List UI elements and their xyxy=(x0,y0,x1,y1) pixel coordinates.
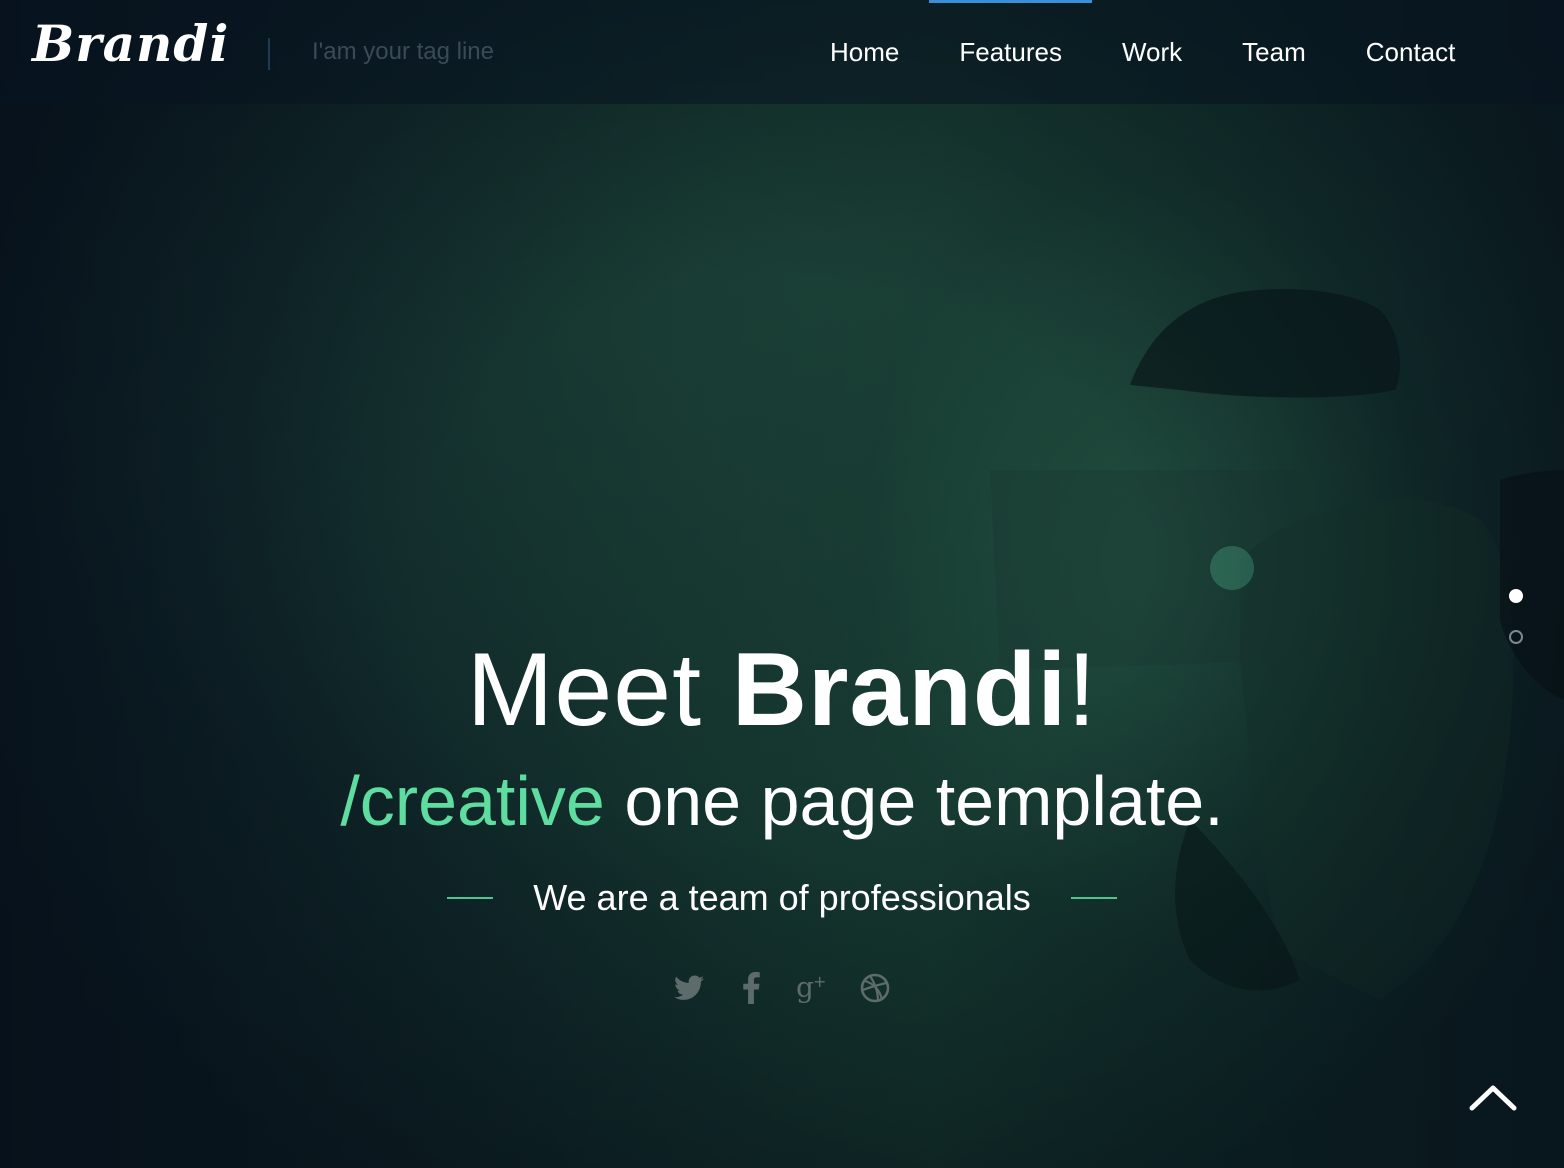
logo-divider xyxy=(268,38,270,70)
nav-item-features[interactable]: Features xyxy=(929,0,1092,104)
facebook-icon[interactable] xyxy=(733,970,769,1006)
google-plus-icon[interactable]: g + xyxy=(795,970,831,1006)
team-tagline: We are a team of professionals xyxy=(533,877,1031,918)
hero-headline: Meet Brandi! xyxy=(0,630,1564,750)
headline-suffix: ! xyxy=(1067,632,1098,748)
twitter-icon[interactable] xyxy=(671,970,707,1006)
divider-line-left xyxy=(447,897,494,899)
subline-accent: /creative xyxy=(340,762,605,840)
tagline: I'am your tag line xyxy=(312,38,495,65)
social-links: g + xyxy=(0,964,1564,1012)
main-nav: Home Features Work Team Contact xyxy=(800,0,1485,104)
slider-dot-active[interactable] xyxy=(1509,589,1523,603)
dribbble-icon[interactable] xyxy=(857,970,893,1006)
svg-text:+: + xyxy=(813,973,826,991)
brand-logo[interactable]: Brandi xyxy=(32,14,229,73)
nav-item-home[interactable]: Home xyxy=(800,0,929,104)
hero-subline: /creative one page template. xyxy=(0,758,1564,844)
chevron-up-icon xyxy=(1469,1085,1517,1111)
team-tagline-row: We are a team of professionals xyxy=(0,876,1564,920)
nav-item-team[interactable]: Team xyxy=(1212,0,1336,104)
back-to-top-button[interactable] xyxy=(1466,1078,1520,1118)
subline-rest: one page template. xyxy=(604,762,1224,840)
headline-brand: Brandi xyxy=(731,632,1068,748)
headline-prefix: Meet xyxy=(466,632,732,748)
site-header: Brandi I'am your tag line Home Features … xyxy=(0,0,1564,104)
svg-text:g: g xyxy=(796,973,814,1003)
nav-item-work[interactable]: Work xyxy=(1092,0,1212,104)
divider-line-right xyxy=(1070,897,1117,899)
nav-item-contact[interactable]: Contact xyxy=(1336,0,1486,104)
